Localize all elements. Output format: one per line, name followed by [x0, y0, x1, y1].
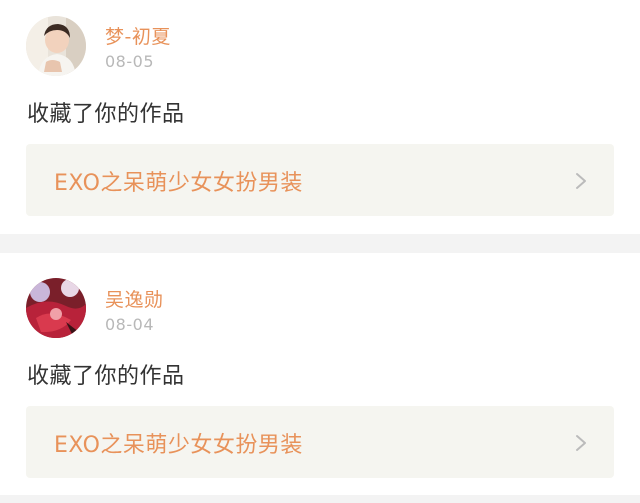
avatar-photo-icon: [26, 278, 86, 338]
notification-card: 梦-初夏 08-05 收藏了你的作品 EXO之呆萌少女女扮男装: [0, 0, 640, 234]
user-avatar[interactable]: [26, 16, 86, 76]
action-description: 收藏了你的作品: [27, 364, 185, 389]
chevron-right-icon: [576, 435, 586, 451]
notification-card: 吴逸勋 08-04 收藏了你的作品 EXO之呆萌少女女扮男装: [0, 253, 640, 495]
notification-date: 08-05: [105, 52, 154, 71]
work-link-card[interactable]: EXO之呆萌少女女扮男装: [26, 144, 614, 216]
card-separator: [0, 495, 640, 503]
notification-date: 08-04: [105, 315, 154, 334]
notification-feed: 梦-初夏 08-05 收藏了你的作品 EXO之呆萌少女女扮男装 吴逸勋 08-0…: [0, 0, 640, 503]
avatar-photo-icon: [26, 16, 86, 76]
work-link-card[interactable]: EXO之呆萌少女女扮男装: [26, 406, 614, 478]
user-avatar[interactable]: [26, 278, 86, 338]
action-description: 收藏了你的作品: [27, 102, 185, 127]
card-separator: [0, 234, 640, 253]
user-name[interactable]: 梦-初夏: [105, 22, 171, 49]
chevron-right-icon: [576, 173, 586, 189]
work-title: EXO之呆萌少女女扮男装: [54, 171, 303, 196]
work-title: EXO之呆萌少女女扮男装: [54, 433, 303, 458]
user-name[interactable]: 吴逸勋: [105, 285, 164, 312]
